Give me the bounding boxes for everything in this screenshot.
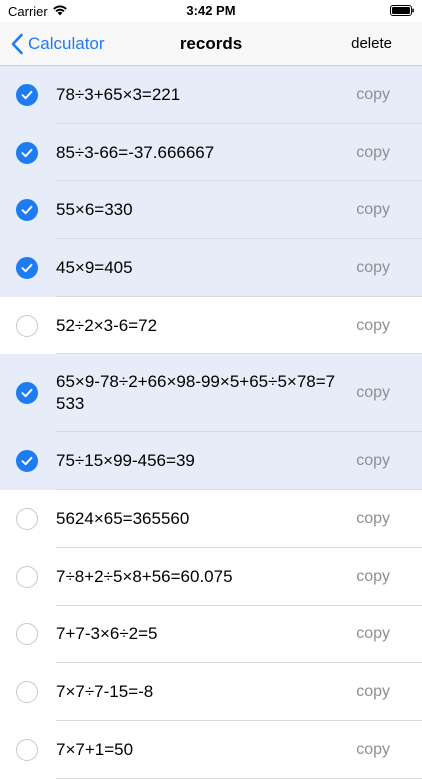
empty-circle-icon[interactable]	[16, 681, 38, 704]
record-expression: 78÷3+65×3=221	[56, 84, 181, 104]
empty-circle-icon[interactable]	[16, 314, 38, 337]
checkmark-circle-icon[interactable]	[16, 450, 38, 473]
copy-button[interactable]: copy	[356, 317, 390, 335]
copy-button[interactable]: copy	[356, 625, 390, 643]
record-row[interactable]: 5624×65=365560 copy	[0, 490, 422, 548]
record-expression: 7÷8+2÷5×8+56=60.075	[56, 566, 233, 586]
copy-button[interactable]: copy	[356, 683, 390, 701]
records-list: 78÷3+65×3=221 copy 85÷3-66=-37.666667 copy 5…	[0, 66, 422, 779]
copy-button[interactable]: copy	[356, 568, 390, 586]
copy-button[interactable]: copy	[356, 510, 390, 528]
back-button-label: Calculator	[28, 34, 105, 53]
record-expression: 7+7-3×6÷2=5	[56, 624, 158, 644]
copy-button[interactable]: copy	[356, 452, 390, 470]
row-divider	[56, 777, 422, 779]
copy-button[interactable]: copy	[356, 144, 390, 162]
copy-button[interactable]: copy	[356, 86, 390, 104]
checkmark-circle-icon[interactable]	[16, 382, 38, 405]
record-expression: 75÷15×99-456=39	[56, 451, 195, 471]
record-row[interactable]: 75÷15×99-456=39 copy	[0, 432, 422, 491]
record-expression: 5624×65=365560	[56, 508, 190, 528]
record-row[interactable]: 55×6=330 copy	[0, 181, 422, 240]
record-row[interactable]: 7×7÷7-15=-8 copy	[0, 663, 422, 721]
chevron-left-icon	[11, 33, 23, 55]
record-expression: 85÷3-66=-37.666667	[56, 142, 215, 162]
empty-circle-icon[interactable]	[16, 623, 38, 646]
record-expression: 55×6=330	[56, 200, 133, 220]
back-button[interactable]: Calculator	[10, 22, 105, 66]
record-expression: 65×9-78÷2+66×98-99×5+65÷5×78=7533	[56, 372, 336, 414]
record-row[interactable]: 7÷8+2÷5×8+56=60.075 copy	[0, 547, 422, 606]
copy-button[interactable]: copy	[356, 201, 390, 219]
checkmark-circle-icon[interactable]	[16, 199, 38, 222]
checkmark-circle-icon[interactable]	[16, 141, 38, 164]
record-expression: 52÷2×3-6=72	[56, 315, 158, 335]
copy-button[interactable]: copy	[356, 384, 390, 402]
copy-button[interactable]: copy	[356, 259, 390, 277]
record-row[interactable]: 45×9=405 copy	[0, 239, 422, 297]
record-expression: 7×7÷7-15=-8	[56, 682, 154, 702]
battery-icon	[390, 5, 414, 16]
checkmark-circle-icon[interactable]	[16, 83, 38, 106]
record-row[interactable]: 52÷2×3-6=72 copy	[0, 296, 422, 355]
delete-button[interactable]: delete	[351, 22, 392, 66]
record-row[interactable]: 85÷3-66=-37.666667 copy	[0, 123, 422, 182]
record-row[interactable]: 78÷3+65×3=221 copy	[0, 66, 422, 124]
clock: 3:42 PM	[186, 3, 236, 18]
record-row[interactable]: 65×9-78÷2+66×98-99×5+65÷5×78=7533 copy	[0, 354, 422, 433]
status-bar: Carrier 3:42 PM	[0, 0, 422, 22]
empty-circle-icon[interactable]	[16, 507, 38, 530]
record-expression: 45×9=405	[56, 257, 133, 277]
navigation-bar: Calculator records delete	[0, 22, 422, 66]
checkmark-circle-icon[interactable]	[16, 256, 38, 279]
empty-circle-icon[interactable]	[16, 565, 38, 588]
record-row[interactable]: 7+7-3×6÷2=5 copy	[0, 605, 422, 664]
